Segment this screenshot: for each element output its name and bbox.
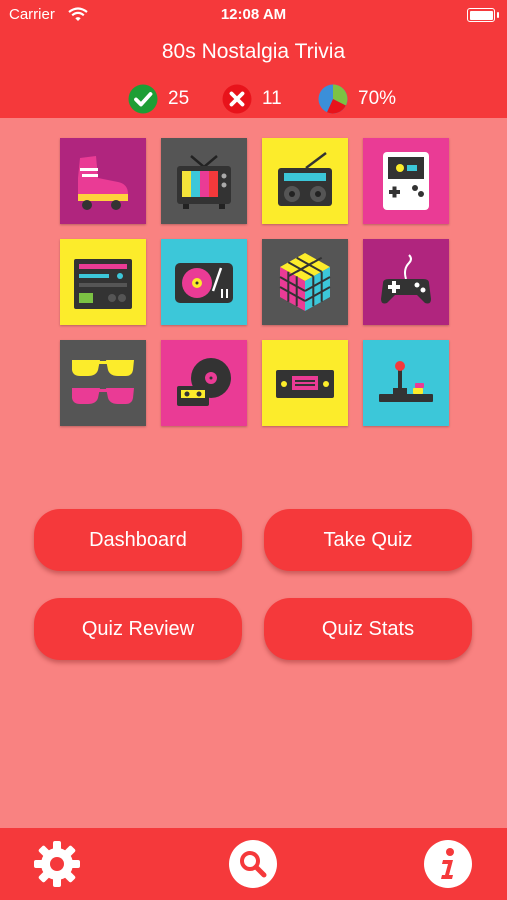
tile-radio[interactable]	[262, 138, 348, 224]
tile-tv[interactable]	[161, 138, 247, 224]
tile-vinyl-cassette[interactable]	[161, 340, 247, 426]
tile-turntable[interactable]	[161, 239, 247, 325]
tile-joystick[interactable]	[363, 340, 449, 426]
sunglasses-icon	[60, 340, 146, 426]
quiz-review-button[interactable]: Quiz Review	[34, 598, 242, 660]
info-tab[interactable]	[423, 839, 473, 889]
tile-roller-skate[interactable]	[60, 138, 146, 224]
search-tab[interactable]	[228, 839, 278, 889]
correct-count: 25	[168, 88, 190, 109]
score-summary: 25 11 70%	[0, 84, 507, 114]
tile-rubiks-cube[interactable]	[262, 239, 348, 325]
quiz-stats-button[interactable]: Quiz Stats	[264, 598, 472, 660]
take-quiz-button[interactable]: Take Quiz	[264, 509, 472, 571]
page-title: 80s Nostalgia Trivia	[161, 40, 346, 63]
wrong-count-stat: 11	[222, 84, 282, 114]
wrong-count: 11	[262, 88, 282, 109]
pie-chart-icon	[318, 84, 348, 114]
search-icon	[229, 840, 277, 888]
settings-tab[interactable]	[32, 839, 82, 889]
stereo-icon	[60, 239, 146, 325]
tile-stereo[interactable]	[60, 239, 146, 325]
header: Carrier 12:08 AM 80s Nostalgia Trivia 25	[0, 0, 507, 118]
tv-icon	[161, 138, 247, 224]
battery-icon	[467, 8, 499, 22]
tile-sunglasses[interactable]	[60, 340, 146, 426]
status-bar: Carrier 12:08 AM	[0, 0, 507, 30]
check-circle-icon	[128, 84, 158, 114]
vhs-tape-icon	[262, 340, 348, 426]
joystick-icon	[363, 340, 449, 426]
turntable-icon	[161, 239, 247, 325]
gear-icon	[34, 841, 80, 887]
rubiks-cube-icon	[262, 239, 348, 325]
x-circle-icon	[222, 84, 252, 114]
gamepad-icon	[363, 239, 449, 325]
handheld-game-icon	[363, 138, 449, 224]
roller-skate-icon	[60, 138, 146, 224]
dashboard-button[interactable]: Dashboard	[34, 509, 242, 571]
info-icon	[424, 840, 472, 888]
clock: 12:08 AM	[220, 6, 287, 23]
tile-gamepad[interactable]	[363, 239, 449, 325]
tile-handheld-game[interactable]	[363, 138, 449, 224]
correct-count-stat: 25	[128, 84, 189, 114]
percent-stat: 70%	[318, 84, 396, 114]
vinyl-cassette-icon	[161, 340, 247, 426]
tile-vhs-tape[interactable]	[262, 340, 348, 426]
radio-icon	[262, 138, 348, 224]
category-grid	[60, 138, 450, 428]
tab-bar	[0, 828, 507, 900]
percent-correct: 70%	[358, 88, 397, 109]
